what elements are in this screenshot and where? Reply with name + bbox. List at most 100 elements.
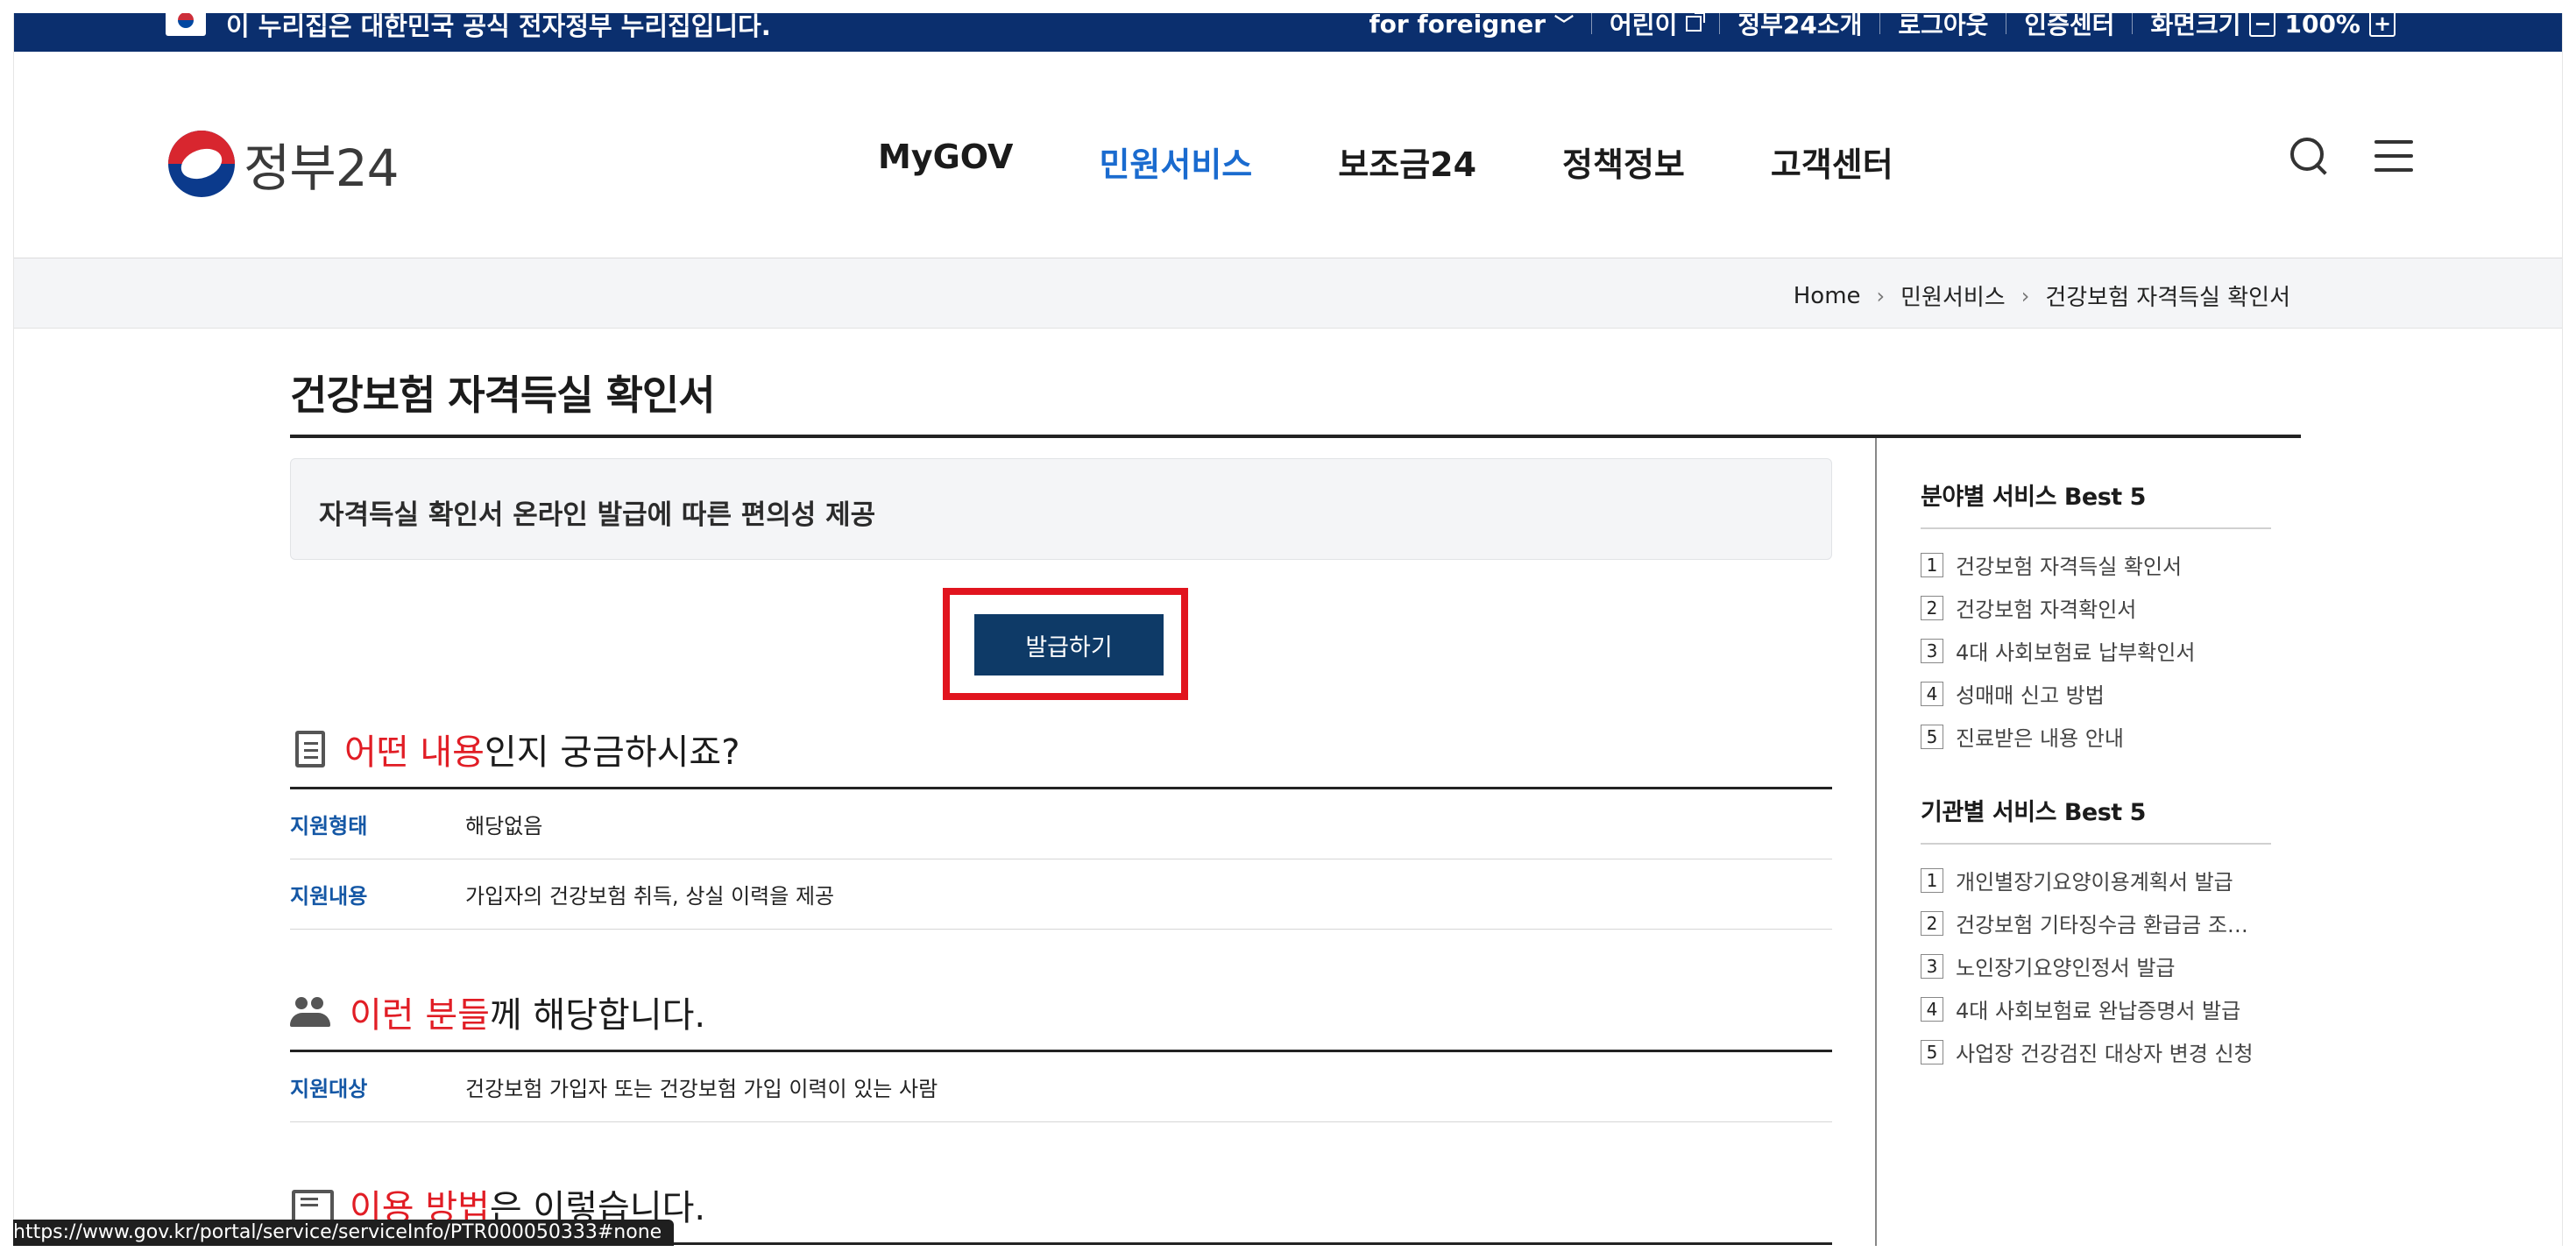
rank-badge: 5 (1921, 1039, 1943, 1064)
field-best-label: 건강보험 자격득실 확인서 (1956, 555, 2183, 579)
field-best5-title: 분야별 서비스 Best 5 (1921, 484, 2146, 511)
row-key: 지원형태 (290, 814, 368, 838)
agency-best-item[interactable]: 2 건강보험 기타징수금 환급금 조… (1921, 902, 2271, 944)
zoom-out-button[interactable]: − (2249, 13, 2276, 37)
section-who-head: 이런 분들께 해당합니다. (290, 981, 1832, 1043)
people-icon (290, 992, 330, 1032)
agency-best-item[interactable]: 4 4대 사회보험료 완납증명서 발급 (1921, 987, 2271, 1030)
logout-link[interactable]: 로그아웃 (1880, 13, 2006, 41)
service-summary: 자격득실 확인서 온라인 발급에 따른 편의성 제공 (319, 499, 876, 531)
nav-civil-service[interactable]: 민원서비스 (1099, 138, 1252, 186)
zoom-in-button[interactable]: + (2369, 13, 2396, 37)
nav-subsidy24[interactable]: 보조금24 (1338, 138, 1476, 186)
sidebar-divider (1875, 438, 1877, 1246)
agency-best-item[interactable]: 5 사업장 건강검진 대상자 변경 신청 (1921, 1030, 2271, 1073)
logo-text: 정부24 (244, 138, 400, 198)
document-icon (295, 731, 325, 767)
search-icon[interactable] (2289, 136, 2329, 176)
foreigner-link[interactable]: for foreigner ﹀ (1351, 13, 1591, 39)
agency-best5: 기관별 서비스 Best 5 1 개인별장기요양이용계획서 발급 2 건강보험 기타… (1921, 793, 2271, 1073)
rank-badge: 4 (1921, 681, 1943, 706)
field-best-label: 건강보험 자격확인서 (1956, 598, 2137, 622)
rank-badge: 5 (1921, 724, 1943, 749)
hamburger-menu-icon[interactable] (2374, 138, 2413, 173)
gov-banner: 이 누리집은 대한민국 공식 전자정부 누리집입니다. for foreigne… (14, 13, 2562, 52)
field-best-item[interactable]: 5 진료받은 내용 안내 (1921, 715, 2271, 758)
agency-best-label: 사업장 건강검진 대상자 변경 신청 (1956, 1042, 2254, 1066)
nav-policy-info[interactable]: 정책정보 (1562, 138, 1685, 186)
section-what-title: 어떤 내용인지 궁금하시죠? (344, 724, 740, 774)
section-what-title-rest: 인지 궁금하시죠? (484, 732, 740, 773)
rank-badge: 1 (1921, 552, 1943, 577)
agency-best-label: 노인장기요양인정서 발급 (1956, 956, 2176, 980)
rank-badge: 3 (1921, 638, 1943, 663)
intro-link[interactable]: 정부24소개 (1720, 13, 1879, 41)
service-summary-box: 자격득실 확인서 온라인 발급에 따른 편의성 제공 (290, 458, 1832, 560)
link-status-url: https://www.gov.kr/portal/service/servic… (13, 1220, 675, 1246)
field-best-item[interactable]: 2 건강보험 자격확인서 (1921, 586, 2271, 629)
rank-badge: 1 (1921, 867, 1943, 893)
external-link-icon (1686, 13, 1706, 32)
rank-badge: 2 (1921, 595, 1943, 620)
section-what-head: 어떤 내용인지 궁금하시죠? (290, 718, 1832, 780)
section-what-title-highlight: 어떤 내용 (344, 732, 485, 773)
row-value: 가입자의 건강보험 취득, 상실 이력을 제공 (465, 884, 835, 909)
section-who-title-highlight: 이런 분들 (350, 995, 490, 1036)
agency-best-label: 건강보험 기타징수금 환급금 조… (1956, 913, 2248, 937)
field-best-label: 성매매 신고 방법 (1956, 683, 2105, 708)
highlight-box: 발급하기 (943, 588, 1188, 700)
breadcrumb-civil-service[interactable]: 민원서비스 (1900, 279, 2006, 312)
zoom-control: 화면크기 − 100% + (2133, 13, 2413, 41)
row-value: 해당없음 (465, 814, 543, 838)
agency-best-item[interactable]: 3 노인장기요양인정서 발급 (1921, 944, 2271, 987)
issue-button[interactable]: 발급하기 (974, 614, 1164, 675)
section-what: 어떤 내용인지 궁금하시죠? 지원형태 해당없음 지원내용 가입자의 건강보험 … (290, 718, 1832, 930)
sidebar-underline (1921, 843, 2271, 845)
section-who-title: 이런 분들께 해당합니다. (350, 987, 705, 1037)
breadcrumb: Home › 민원서비스 › 건강보험 자격득실 확인서 (1794, 279, 2290, 312)
agency-best-item[interactable]: 1 개인별장기요양이용계획서 발급 (1921, 859, 2271, 902)
taegeuk-emblem-icon (168, 131, 235, 197)
zoom-value: 100% (2284, 13, 2360, 39)
korean-flag-icon (166, 13, 206, 36)
agency-best-label: 개인별장기요양이용계획서 발급 (1956, 870, 2233, 895)
sidebar-underline (1921, 527, 2271, 529)
row-key: 지원대상 (290, 1077, 368, 1101)
zoom-label: 화면크기 (2150, 13, 2241, 39)
section-who: 이런 분들께 해당합니다. 지원대상 건강보험 가입자 또는 건강보험 가입 이… (290, 981, 1832, 1122)
official-site-notice: 이 누리집은 대한민국 공식 전자정부 누리집입니다. (226, 13, 771, 41)
site-header: 정부24 MyGOV 민원서비스 보조금24 정책정보 고객센터 (14, 52, 2562, 258)
field-best-label: 4대 사회보험료 납부확인서 (1956, 640, 2196, 665)
field-best-item[interactable]: 1 건강보험 자격득실 확인서 (1921, 543, 2271, 586)
nav-customer-center[interactable]: 고객센터 (1771, 138, 1893, 186)
agency-best-label: 4대 사회보험료 완납증명서 발급 (1956, 999, 2241, 1023)
row-key: 지원내용 (290, 884, 368, 909)
row-value: 건강보험 가입자 또는 건강보험 가입 이력이 있는 사람 (465, 1077, 938, 1101)
sidebar: 분야별 서비스 Best 5 1 건강보험 자격득실 확인서 2 건강보험 자격확인… (1921, 477, 2271, 1073)
cert-center-link[interactable]: 인증센터 (2006, 13, 2132, 41)
field-best-label: 진료받은 내용 안내 (1956, 726, 2124, 751)
breadcrumb-bar: Home › 민원서비스 › 건강보험 자격득실 확인서 (14, 258, 2562, 329)
page-title: 건강보험 자격득실 확인서 (290, 371, 716, 419)
breadcrumb-current: 건강보험 자격득실 확인서 (2045, 285, 2290, 311)
nav-mygov[interactable]: MyGOV (878, 138, 1013, 186)
browser-viewport: 이 누리집은 대한민국 공식 전자정부 누리집입니다. for foreigne… (13, 13, 2563, 1246)
section-who-title-rest: 께 해당합니다. (489, 995, 706, 1036)
rank-badge: 3 (1921, 953, 1943, 979)
table-row: 지원내용 가입자의 건강보험 취득, 상실 이력을 제공 (290, 859, 1832, 930)
kids-link[interactable]: 어린이 (1592, 13, 1719, 41)
header-actions (2289, 136, 2413, 176)
rank-badge: 4 (1921, 996, 1943, 1022)
kids-label: 어린이 (1610, 13, 1678, 39)
gov24-logo[interactable]: 정부24 (168, 127, 400, 201)
field-best-item[interactable]: 4 성매매 신고 방법 (1921, 672, 2271, 715)
chevron-right-icon: › (1876, 283, 1886, 308)
rank-badge: 2 (1921, 910, 1943, 936)
foreigner-label: for foreigner (1369, 13, 1546, 39)
field-best-item[interactable]: 3 4대 사회보험료 납부확인서 (1921, 629, 2271, 672)
table-row: 지원대상 건강보험 가입자 또는 건강보험 가입 이력이 있는 사람 (290, 1052, 1832, 1122)
title-divider (290, 435, 2301, 438)
chevron-down-icon: ﹀ (1554, 15, 1575, 37)
breadcrumb-home[interactable]: Home (1794, 283, 1861, 309)
chevron-right-icon: › (2020, 283, 2030, 308)
